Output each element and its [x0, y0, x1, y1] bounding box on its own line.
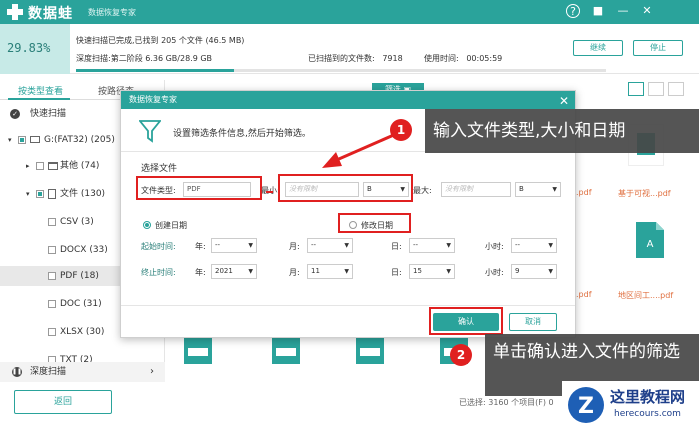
watermark: Z 这里教程网 herecours.com — [562, 381, 699, 428]
watermark-url: herecours.com — [614, 409, 681, 419]
svg-text:Z: Z — [578, 394, 594, 419]
watermark-logo-icon: Z — [568, 387, 604, 423]
callout-step-1: 输入文件类型,大小和日期 — [425, 109, 699, 153]
step-badge-2: 2 — [450, 344, 472, 366]
watermark-name: 这里教程网 — [610, 388, 686, 406]
step-badge-1: 1 — [390, 119, 412, 141]
